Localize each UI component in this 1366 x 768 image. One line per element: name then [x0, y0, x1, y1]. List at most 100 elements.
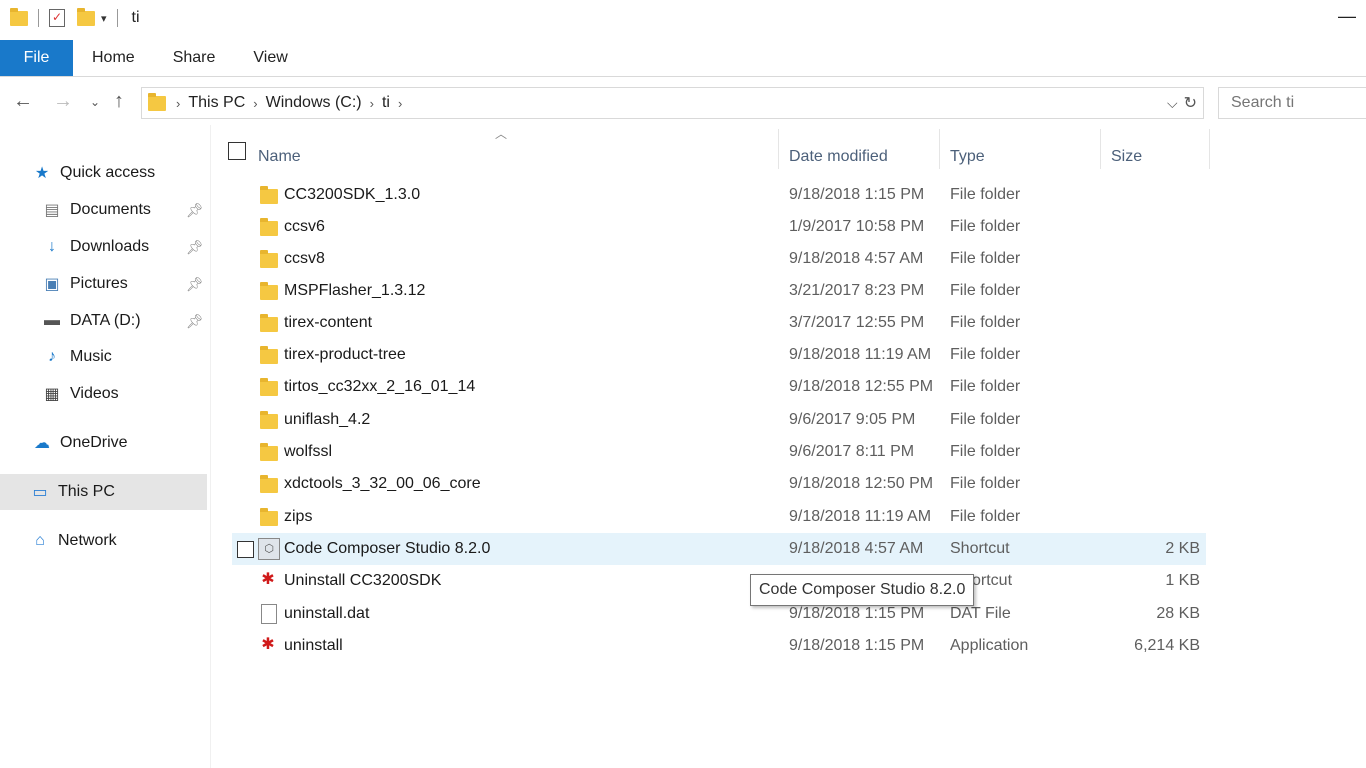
sidebar-item-data-d[interactable]: ▬ DATA (D:) 📌︎ — [42, 303, 210, 339]
divider — [116, 9, 118, 27]
file-date: 9/18/2018 4:57 AM — [789, 250, 924, 267]
table-row[interactable]: ⬡ Code Composer Studio 8.2.0 9/18/2018 4… — [232, 533, 1206, 565]
column-divider[interactable] — [939, 129, 940, 169]
file-date: 9/18/2018 4:57 AM — [789, 540, 924, 557]
file-type: Shortcut — [950, 540, 1010, 557]
table-row[interactable]: uniflash_4.2 9/6/2017 9:05 PM File folde… — [232, 404, 1206, 436]
pin-icon[interactable]: 📌︎ — [186, 239, 204, 256]
file-size: 28 KB — [1156, 605, 1200, 622]
chevron-right-icon[interactable]: › — [253, 96, 257, 111]
tab-file[interactable]: File — [0, 40, 73, 76]
table-row[interactable]: uninstall.dat 9/18/2018 1:15 PM DAT File… — [232, 598, 1206, 630]
folder-icon — [260, 346, 278, 364]
table-row[interactable]: tirex-content 3/7/2017 12:55 PM File fol… — [232, 307, 1206, 339]
sidebar-item-downloads[interactable]: ↓ Downloads 📌︎ — [42, 229, 210, 265]
minimize-button[interactable]: — — [1338, 6, 1356, 27]
column-header-name[interactable]: Name — [258, 135, 301, 179]
address-history-chevron-icon[interactable]: ⌵ — [1167, 95, 1178, 112]
table-row[interactable]: wolfssl 9/6/2017 8:11 PM File folder — [232, 436, 1206, 468]
breadcrumb-windows-c[interactable]: Windows (C:) — [266, 94, 362, 112]
table-row[interactable]: ✱ uninstall 9/18/2018 1:15 PM Applicatio… — [232, 630, 1206, 662]
properties-icon[interactable]: ✓ — [49, 9, 65, 27]
customize-toolbar-chevron-icon[interactable]: ▾ — [101, 12, 107, 25]
tab-home[interactable]: Home — [73, 40, 154, 76]
file-name: uniflash_4.2 — [284, 411, 371, 428]
tab-share[interactable]: Share — [154, 40, 235, 76]
select-all-checkbox[interactable] — [228, 142, 246, 160]
table-row[interactable]: xdctools_3_32_00_06_core 9/18/2018 12:50… — [232, 468, 1206, 500]
pin-icon[interactable]: 📌︎ — [186, 202, 204, 219]
up-arrow-icon[interactable]: ↑ — [114, 90, 124, 113]
music-note-icon: ♪ — [48, 348, 56, 365]
row-checkbox[interactable] — [237, 541, 254, 558]
search-box[interactable] — [1218, 87, 1366, 119]
chevron-right-icon[interactable]: › — [176, 96, 180, 111]
column-header-date[interactable]: Date modified — [789, 135, 888, 179]
sidebar-item-quick-access[interactable]: ★ Quick access — [32, 155, 155, 191]
search-input[interactable] — [1229, 93, 1363, 113]
column-header-type[interactable]: Type — [950, 135, 985, 179]
sort-ascending-caret-icon: ︿ — [495, 127, 508, 141]
sidebar-item-label: This PC — [58, 483, 115, 500]
sidebar-item-this-pc[interactable]: ▭ This PC — [0, 474, 207, 510]
sidebar-item-onedrive[interactable]: ☁ OneDrive — [32, 425, 128, 461]
file-date: 3/7/2017 12:55 PM — [789, 314, 925, 331]
address-row: ← → ⌄ ↑ › This PC › Windows (C:) › ti › … — [0, 84, 1366, 122]
file-date: 3/21/2017 8:23 PM — [789, 282, 925, 299]
folder-icon — [10, 7, 28, 26]
file-name: wolfssl — [284, 443, 333, 460]
sidebar-item-documents[interactable]: ▤ Documents 📌︎ — [42, 192, 210, 228]
new-folder-icon[interactable] — [77, 7, 95, 26]
table-row[interactable]: tirex-product-tree 9/18/2018 11:19 AM Fi… — [232, 339, 1206, 371]
column-divider[interactable] — [1209, 129, 1210, 169]
file-type: File folder — [950, 186, 1021, 203]
pin-icon[interactable]: 📌︎ — [186, 276, 204, 293]
file-type: File folder — [950, 282, 1021, 299]
file-date: 9/18/2018 12:50 PM — [789, 475, 934, 492]
file-name: ccsv6 — [284, 218, 325, 235]
column-divider[interactable] — [778, 129, 779, 169]
cloud-icon: ☁ — [34, 435, 50, 452]
forward-arrow-icon[interactable]: → — [53, 90, 73, 113]
table-row[interactable]: ccsv6 1/9/2017 10:58 PM File folder — [232, 211, 1206, 243]
folder-icon — [260, 443, 278, 461]
tab-view[interactable]: View — [234, 40, 306, 76]
chevron-right-icon[interactable]: › — [398, 96, 402, 111]
table-row[interactable]: tirtos_cc32xx_2_16_01_14 9/18/2018 12:55… — [232, 371, 1206, 403]
breadcrumb-this-pc[interactable]: This PC — [188, 94, 245, 112]
address-bar[interactable]: › This PC › Windows (C:) › ti › ⌵ ↻ — [141, 87, 1204, 119]
file-type: File folder — [950, 218, 1021, 235]
download-arrow-icon: ↓ — [48, 238, 56, 255]
column-header-size[interactable]: Size — [1111, 135, 1142, 179]
file-name: Code Composer Studio 8.2.0 — [284, 540, 491, 557]
back-arrow-icon[interactable]: ← — [13, 90, 33, 113]
chevron-right-icon[interactable]: › — [370, 96, 374, 111]
sidebar-item-music[interactable]: ♪ Music — [42, 339, 112, 375]
folder-icon — [260, 282, 278, 300]
sidebar-item-pictures[interactable]: ▣ Pictures 📌︎ — [42, 266, 210, 302]
network-icon: ⌂ — [35, 532, 45, 549]
table-row[interactable]: ccsv8 9/18/2018 4:57 AM File folder — [232, 243, 1206, 275]
table-row[interactable]: CC3200SDK_1.3.0 9/18/2018 1:15 PM File f… — [232, 179, 1206, 211]
table-row[interactable]: ✱ Uninstall CC3200SDK ortcut 1 KB — [232, 565, 1206, 597]
breadcrumb-ti[interactable]: ti — [382, 94, 390, 112]
file-size: 6,214 KB — [1134, 637, 1200, 654]
sidebar-item-network[interactable]: ⌂ Network — [30, 523, 117, 559]
folder-icon — [260, 250, 278, 268]
navigation-pane: ★ Quick access ▤ Documents 📌︎ ↓ Download… — [0, 125, 211, 768]
recent-locations-chevron-icon[interactable]: ⌄ — [90, 95, 100, 109]
table-row[interactable]: zips 9/18/2018 11:19 AM File folder — [232, 501, 1206, 533]
file-date: 9/18/2018 12:55 PM — [789, 378, 934, 395]
file-icon — [261, 604, 277, 624]
quick-access-toolbar: ✓ ▾ ti — [10, 4, 140, 32]
file-name: xdctools_3_32_00_06_core — [284, 475, 481, 492]
divider — [38, 9, 39, 27]
refresh-icon[interactable]: ↻ — [1184, 93, 1197, 113]
pin-icon[interactable]: 📌︎ — [186, 313, 204, 330]
table-row[interactable]: MSPFlasher_1.3.12 3/21/2017 8:23 PM File… — [232, 275, 1206, 307]
file-size: 1 KB — [1165, 572, 1200, 589]
column-divider[interactable] — [1100, 129, 1101, 169]
file-size: 2 KB — [1165, 540, 1200, 557]
sidebar-item-videos[interactable]: ▦ Videos — [42, 376, 118, 412]
file-name: tirex-product-tree — [284, 346, 406, 363]
